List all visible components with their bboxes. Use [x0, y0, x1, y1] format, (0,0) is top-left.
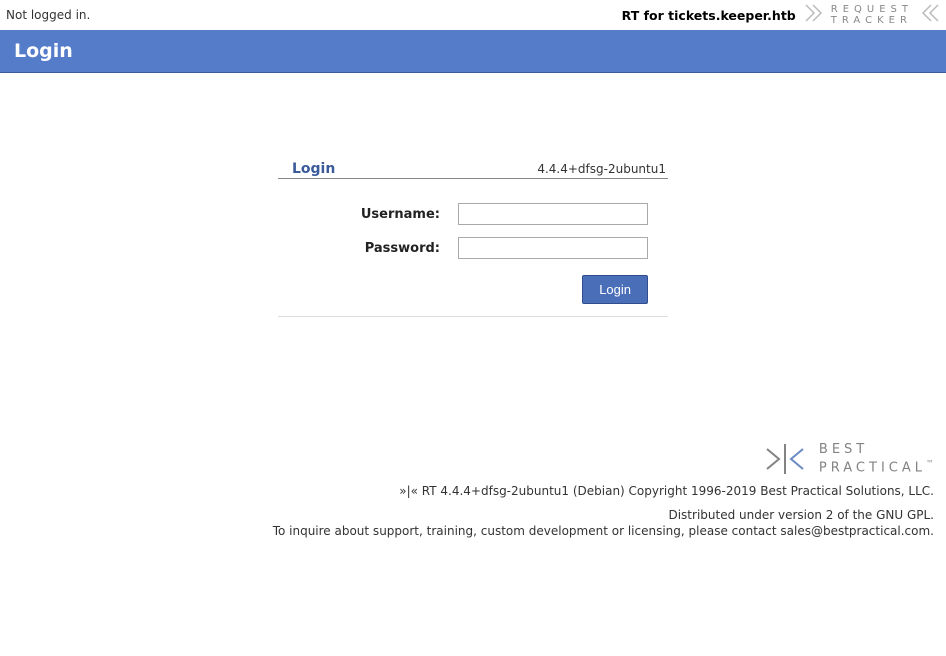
logo-line1: REQUEST: [831, 4, 913, 15]
chevron-right-icon: [804, 2, 828, 28]
topbar: Not logged in. RT for tickets.keeper.htb…: [0, 0, 946, 30]
logo-line2: TRACKER: [831, 15, 913, 26]
page-title: Login: [14, 40, 73, 62]
chevron-left-icon: [916, 2, 940, 28]
footer-contact: To inquire about support, training, cust…: [273, 524, 934, 538]
login-area: Login 4.4.4+dfsg-2ubuntu1 Username: Pass…: [0, 73, 946, 317]
login-button[interactable]: Login: [582, 275, 648, 304]
bp-logo-text: BEST PRACTICAL™: [819, 443, 934, 475]
bp-line1: BEST: [819, 443, 934, 457]
username-row: Username:: [298, 203, 648, 225]
bp-chevron-icon: [763, 442, 809, 476]
login-box: Login 4.4.4+dfsg-2ubuntu1 Username: Pass…: [278, 161, 668, 317]
password-label: Password:: [365, 241, 440, 256]
login-box-version: 4.4.4+dfsg-2ubuntu1: [537, 162, 668, 176]
password-row: Password:: [298, 237, 648, 259]
not-logged-in-text: Not logged in.: [6, 8, 90, 22]
login-box-title: Login: [278, 161, 335, 177]
request-tracker-logo: REQUEST TRACKER: [804, 2, 940, 28]
topbar-right: RT for tickets.keeper.htb REQUEST TRACKE…: [622, 2, 940, 28]
logo-text: REQUEST TRACKER: [831, 4, 913, 26]
submit-row: Login: [298, 275, 648, 304]
username-label: Username:: [361, 207, 440, 222]
footer-license: Distributed under version 2 of the GNU G…: [273, 508, 934, 522]
page-title-bar: Login: [0, 30, 946, 73]
footer: BEST PRACTICAL™ »|« RT 4.4.4+dfsg-2ubunt…: [273, 442, 934, 538]
bp-line2: PRACTICAL™: [819, 457, 934, 475]
best-practical-logo: BEST PRACTICAL™: [273, 442, 934, 476]
footer-copyright: »|« RT 4.4.4+dfsg-2ubuntu1 (Debian) Copy…: [273, 484, 934, 498]
login-form: Username: Password: Login: [278, 179, 668, 317]
login-box-header: Login 4.4.4+dfsg-2ubuntu1: [278, 161, 668, 179]
username-input[interactable]: [458, 203, 648, 225]
rt-for-text: RT for tickets.keeper.htb: [622, 8, 796, 23]
password-input[interactable]: [458, 237, 648, 259]
